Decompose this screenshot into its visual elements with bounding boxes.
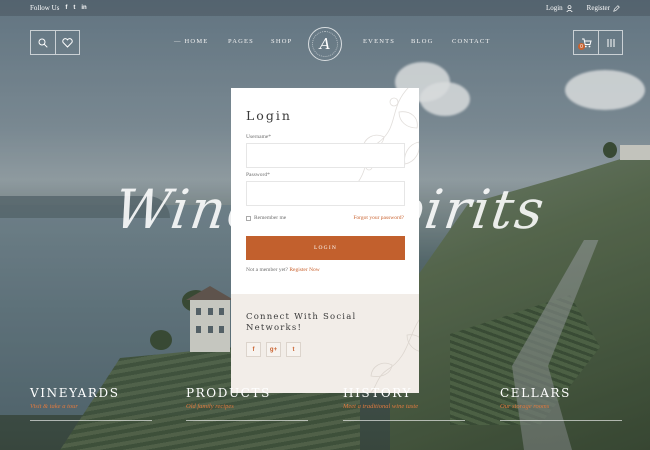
- nav-home-label: Home: [184, 38, 209, 45]
- main-header: — Home Pages Shop A Events Blog Contact …: [30, 27, 623, 61]
- section-cellars[interactable]: Cellars Our storage rooms: [500, 386, 622, 421]
- section-title: Products: [186, 386, 271, 400]
- nav-events[interactable]: Events: [363, 38, 395, 45]
- password-label: Password*: [246, 172, 270, 178]
- section-subtitle: Our storage rooms: [500, 403, 550, 410]
- top-bar: Follow Us f t in Login Register: [0, 0, 650, 16]
- menu-icon: [607, 38, 614, 47]
- account-links: Login Register: [546, 4, 620, 12]
- nav-blog[interactable]: Blog: [411, 38, 434, 45]
- register-now-link[interactable]: Register Now: [289, 267, 319, 273]
- nav-home[interactable]: — Home: [174, 38, 208, 45]
- section-history[interactable]: History Meet a traditional wine taste: [343, 386, 465, 421]
- login-panel: Login Username* Password* Remember me Fo…: [231, 88, 419, 393]
- follow-us: Follow Us f t in: [30, 4, 87, 12]
- login-button[interactable]: Login: [246, 236, 405, 260]
- google-plus-button[interactable]: g+: [266, 342, 281, 357]
- section-title: History: [343, 386, 413, 400]
- user-icon: [566, 4, 573, 12]
- remember-me[interactable]: Remember me: [246, 215, 286, 221]
- cart-count-badge: 0: [578, 43, 585, 50]
- login-link-label: Login: [545, 4, 563, 12]
- forgot-password-link[interactable]: Forgot your password?: [353, 215, 404, 221]
- username-field[interactable]: [246, 143, 405, 168]
- facebook-button[interactable]: f: [246, 342, 261, 357]
- social-buttons: f g+ t: [246, 342, 301, 357]
- login-form: Login Username* Password* Remember me Fo…: [231, 88, 419, 294]
- nav-shop[interactable]: Shop: [271, 38, 292, 45]
- login-link[interactable]: Login: [546, 4, 573, 12]
- logo-letter: A: [319, 35, 331, 53]
- password-field[interactable]: [246, 181, 405, 206]
- remember-label: Remember me: [254, 215, 287, 221]
- twitter-button[interactable]: t: [286, 342, 301, 357]
- remember-checkbox[interactable]: [246, 215, 251, 221]
- search-icon: [38, 38, 48, 48]
- section-divider: [343, 420, 465, 421]
- register-link-label: Register: [586, 4, 610, 12]
- not-member-label: Not a member yet?: [246, 267, 288, 273]
- heart-icon: [62, 37, 73, 48]
- section-products[interactable]: Products Old family recipes: [186, 386, 308, 421]
- section-vineyards[interactable]: Vineyards Visit & take a tour: [30, 386, 152, 421]
- section-divider: [186, 420, 308, 421]
- section-subtitle: Old family recipes: [186, 403, 234, 410]
- pen-icon: [613, 4, 620, 12]
- connect-title: Connect With Social Networks!: [246, 312, 357, 333]
- section-title: Cellars: [500, 386, 572, 400]
- section-subtitle: Visit & take a tour: [30, 403, 78, 410]
- section-subtitle: Meet a traditional wine taste: [343, 403, 419, 410]
- cart-button[interactable]: 0: [574, 31, 598, 54]
- nav-pages[interactable]: Pages: [228, 38, 254, 45]
- right-icon-group: 0: [573, 30, 623, 55]
- section-divider: [500, 420, 622, 421]
- search-button[interactable]: [31, 31, 55, 54]
- follow-label: Follow Us: [30, 4, 60, 12]
- section-title: Vineyards: [30, 386, 120, 400]
- menu-button[interactable]: [598, 31, 622, 54]
- login-title: Login: [246, 108, 292, 123]
- register-link[interactable]: Register: [587, 4, 620, 12]
- username-label: Username*: [246, 134, 272, 140]
- linkedin-icon[interactable]: in: [81, 5, 86, 11]
- twitter-icon[interactable]: t: [73, 5, 75, 11]
- social-connect: Connect With Social Networks! f g+ t: [231, 294, 419, 393]
- site-logo[interactable]: A: [308, 27, 342, 61]
- left-icon-group: [30, 30, 80, 55]
- section-divider: [30, 420, 152, 421]
- not-member-text: Not a member yet? Register Now: [246, 267, 320, 273]
- wishlist-button[interactable]: [55, 31, 79, 54]
- facebook-icon[interactable]: f: [65, 5, 67, 11]
- floral-ornament: [353, 88, 419, 188]
- nav-contact[interactable]: Contact: [452, 38, 491, 45]
